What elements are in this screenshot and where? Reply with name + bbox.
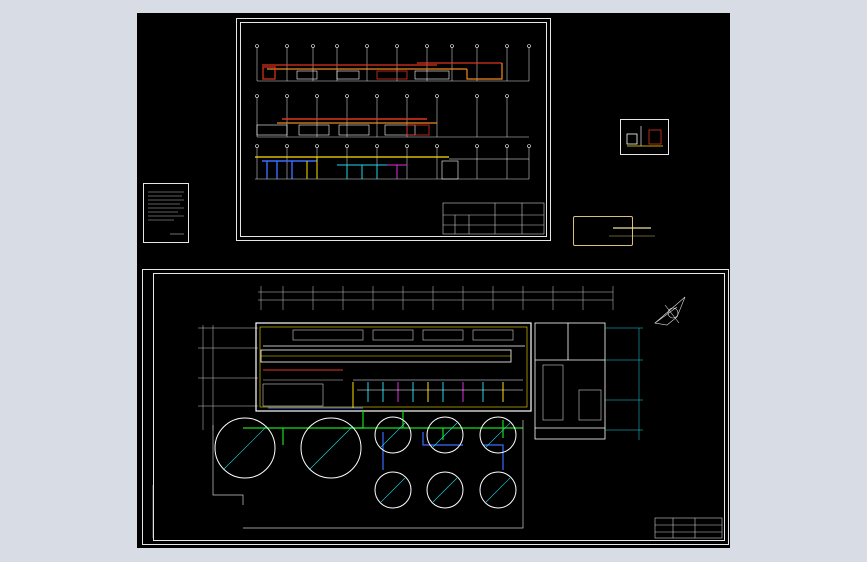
- stamp-lines: [609, 227, 655, 237]
- detail-drawing: [626, 126, 663, 147]
- cad-drawing-canvas[interactable]: [137, 13, 730, 548]
- notes-lines: [148, 191, 184, 235]
- detail-sheet-frame[interactable]: [620, 119, 669, 155]
- elevation-sheet-frame[interactable]: [236, 18, 551, 241]
- north-arrow-icon: [654, 296, 686, 326]
- drawing-stamp: [573, 216, 655, 246]
- floor-plan-drawing: [152, 286, 723, 539]
- elevation-drawings: [255, 44, 545, 235]
- plan-sheet-frame[interactable]: [142, 269, 729, 545]
- notes-block: [143, 183, 189, 243]
